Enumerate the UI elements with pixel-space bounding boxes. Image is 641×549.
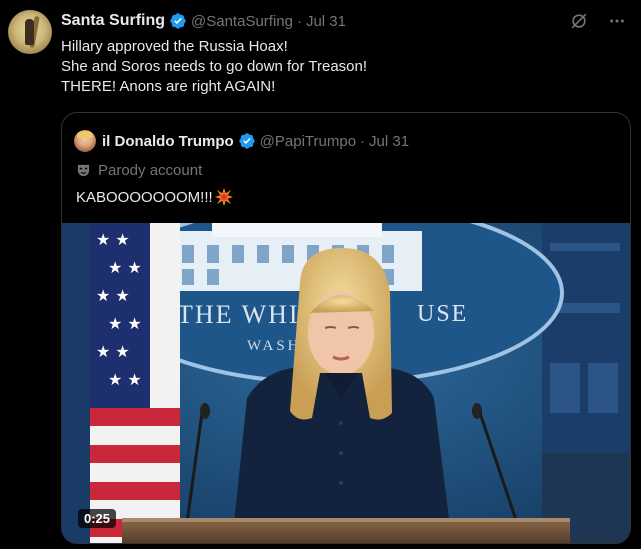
post-date[interactable]: Jul 31 xyxy=(306,13,346,30)
author-handle[interactable]: @SantaSurfing xyxy=(191,13,293,30)
quoted-post[interactable]: il Donaldo Trumpo @PapiTrumpo · Jul 31 P… xyxy=(61,112,631,544)
author-avatar[interactable] xyxy=(8,10,52,54)
verified-badge-icon xyxy=(238,133,255,149)
svg-text:★ ★: ★ ★ xyxy=(108,258,142,277)
quoted-post-text-row: KABOOOOOOOM!!! xyxy=(76,188,233,206)
collision-emoji-icon xyxy=(214,188,233,206)
quoted-post-text: KABOOOOOOOM!!! xyxy=(76,188,213,206)
post-text-line: She and Soros needs to go down for Treas… xyxy=(61,58,368,75)
verified-badge-icon xyxy=(170,13,186,29)
post-header: Santa Surfing @SantaSurfing · Jul 31 xyxy=(61,11,346,31)
video-player[interactable]: THE WHIT USE WASH ★ ★ ★ ★ ★ ★ ★ ★ ★ ★ ★ … xyxy=(62,223,630,543)
separator-dot: · xyxy=(360,132,366,150)
sign-text-sub: WASH xyxy=(247,338,302,354)
post-text-line: Hillary approved the Russia Hoax! xyxy=(61,38,288,55)
parody-label-text: Parody account xyxy=(98,161,203,179)
post-text-line: THERE! Anons are right AGAIN! xyxy=(61,78,276,95)
parody-label: Parody account xyxy=(76,160,202,180)
svg-text:★ ★: ★ ★ xyxy=(108,370,142,389)
quoted-author-name: il Donaldo Trumpo xyxy=(102,132,234,150)
separator-dot: · xyxy=(296,12,302,30)
svg-text:★ ★: ★ ★ xyxy=(108,314,142,333)
svg-text:★ ★: ★ ★ xyxy=(96,230,130,249)
quoted-post-header: il Donaldo Trumpo @PapiTrumpo · Jul 31 xyxy=(74,130,409,152)
quoted-author-handle: @PapiTrumpo xyxy=(259,132,357,150)
video-frame: THE WHIT USE WASH ★ ★ ★ ★ ★ ★ ★ ★ ★ ★ ★ … xyxy=(62,223,630,543)
author-name[interactable]: Santa Surfing xyxy=(61,12,165,30)
quoted-post-date: Jul 31 xyxy=(369,132,410,150)
svg-text:★ ★: ★ ★ xyxy=(96,342,130,361)
more-icon[interactable] xyxy=(607,11,627,31)
post-actions-top xyxy=(569,11,627,31)
parody-mask-icon xyxy=(77,164,90,176)
grok-icon[interactable] xyxy=(569,11,589,31)
video-timestamp: 0:25 xyxy=(78,509,117,528)
quoted-author-avatar xyxy=(74,130,96,152)
svg-text:★ ★: ★ ★ xyxy=(96,286,130,305)
sign-text-right: USE xyxy=(417,301,468,327)
post-text: Hillary approved the Russia Hoax! She an… xyxy=(61,37,621,97)
sign-text-left: THE WHIT xyxy=(177,300,317,329)
